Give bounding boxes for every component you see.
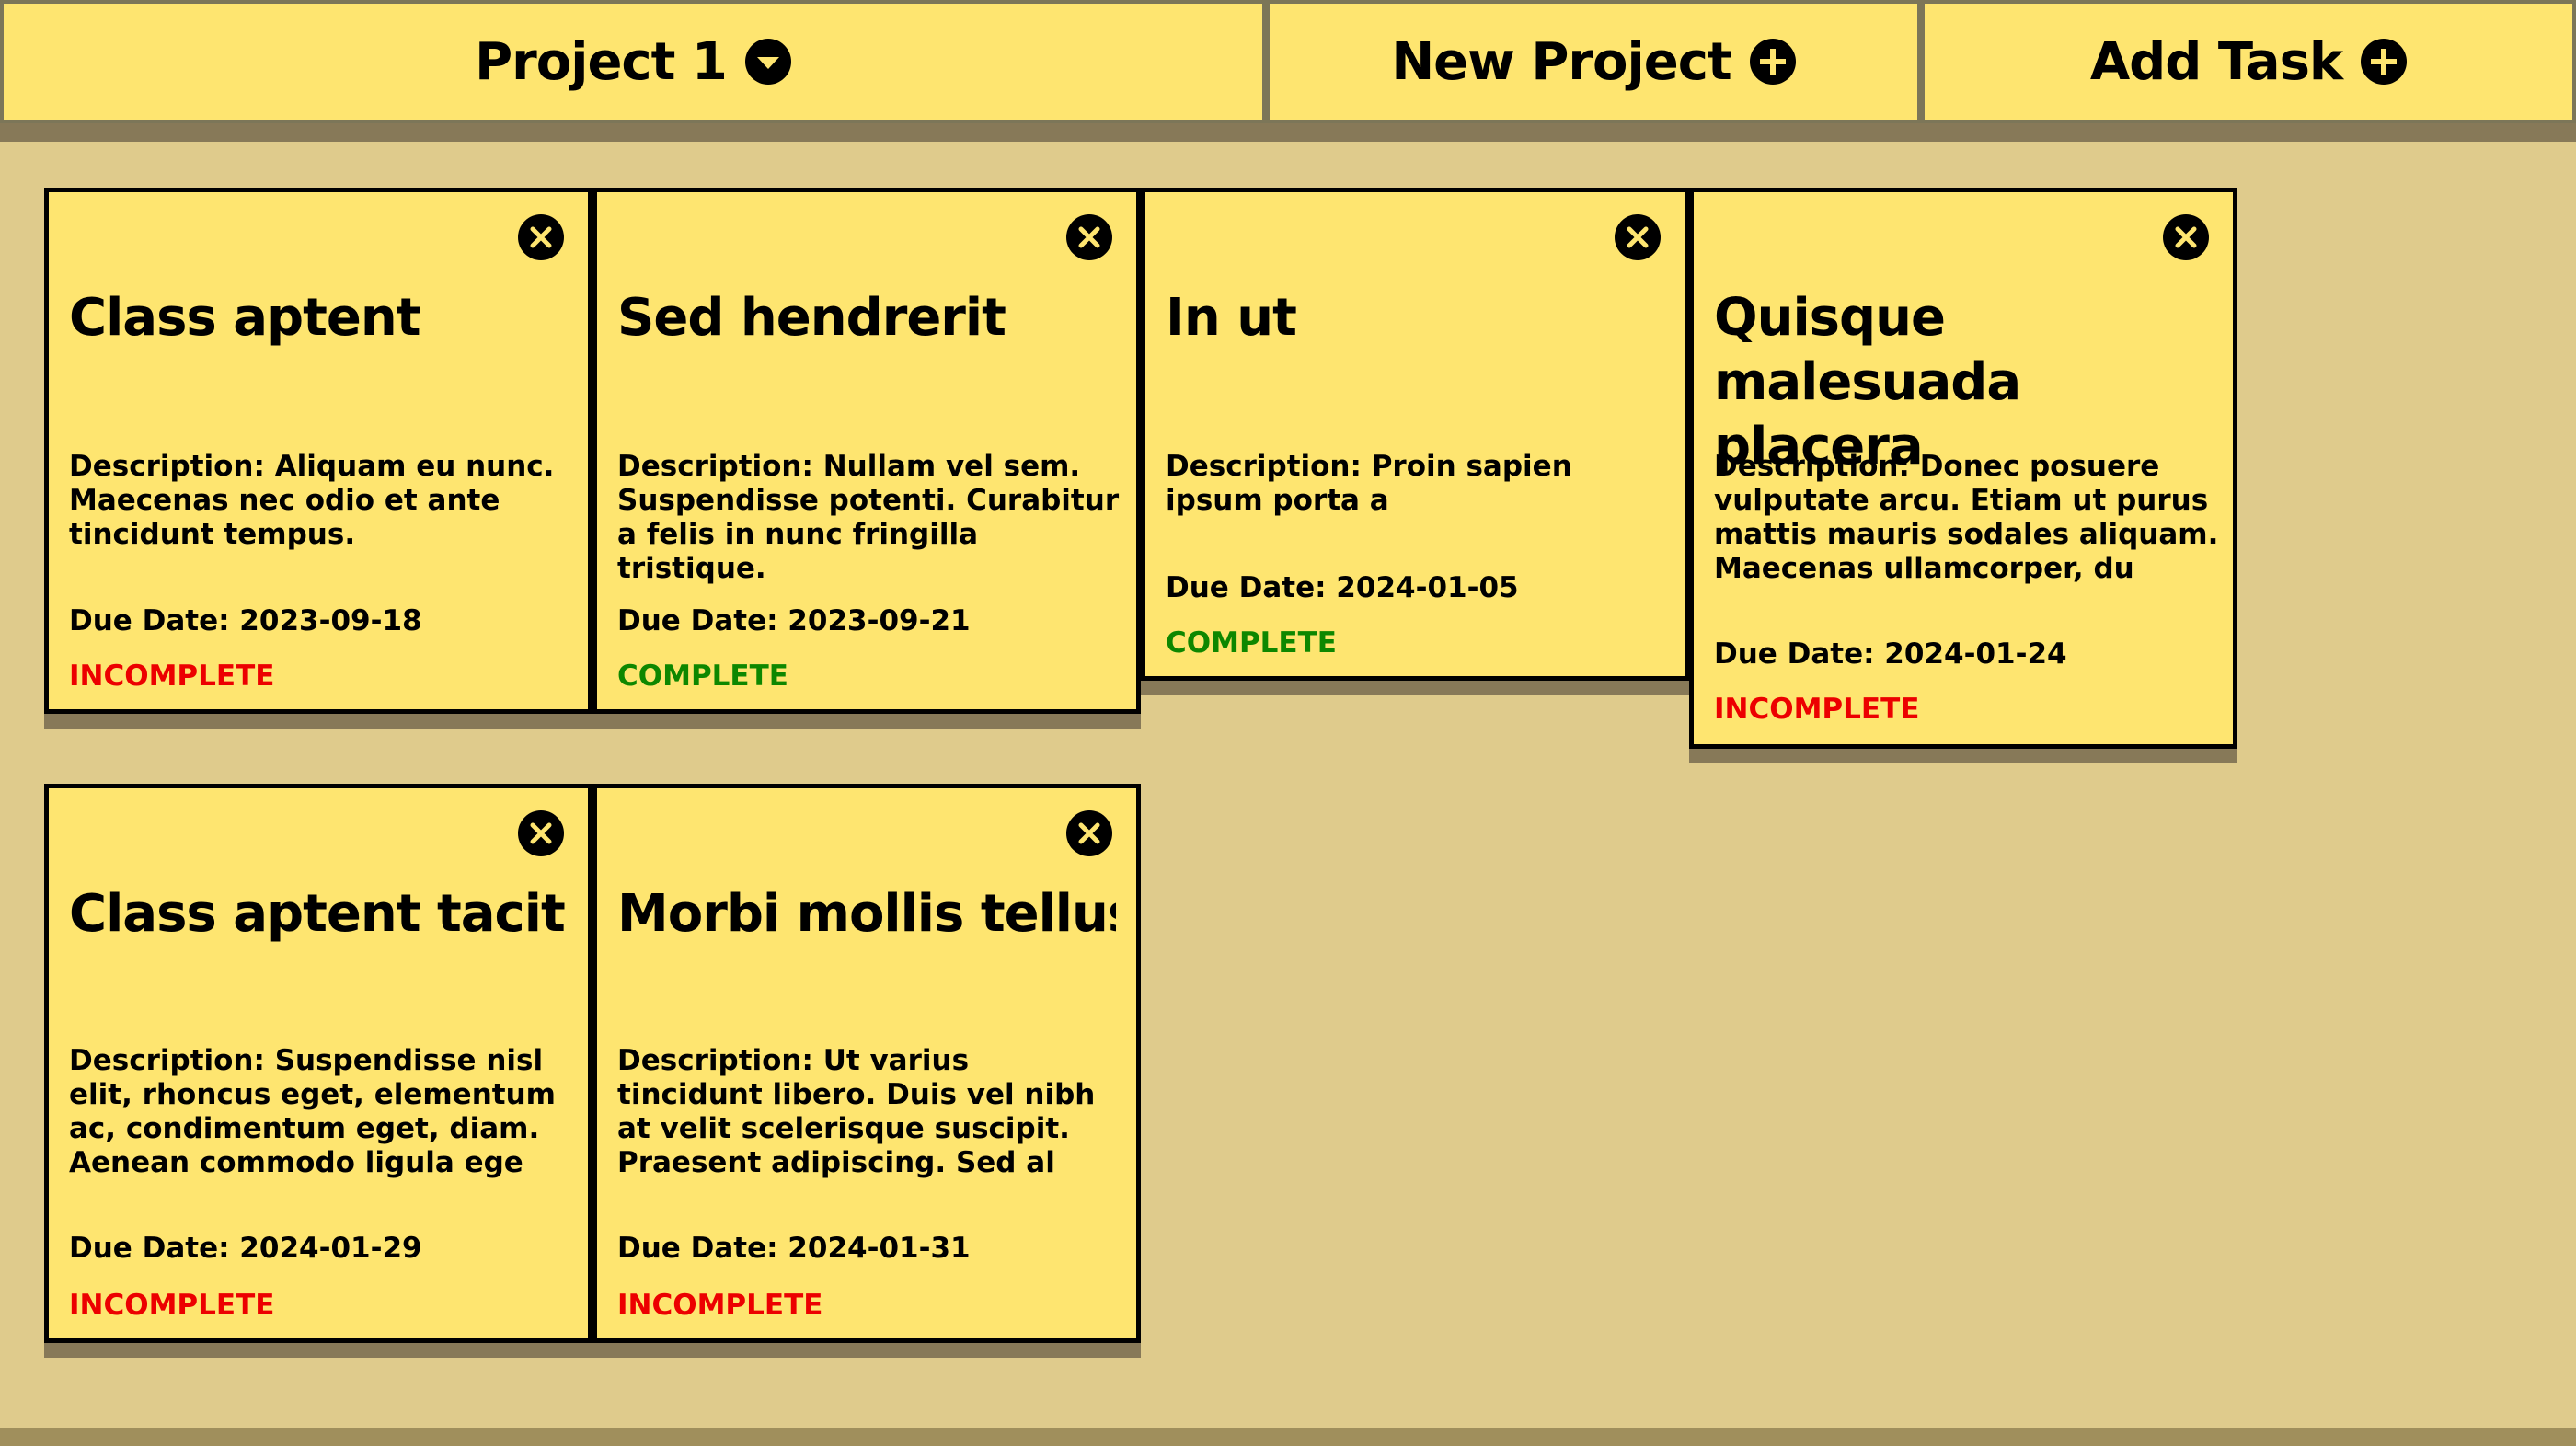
close-icon[interactable] (1066, 810, 1112, 856)
task-status[interactable]: INCOMPLETE (69, 1289, 274, 1322)
task-title: Morbi mollis tellus (617, 884, 1116, 944)
plus-circle-icon (2361, 39, 2408, 85)
task-description: Description: Suspendisse nisl elit, rhon… (69, 1044, 556, 1179)
task-card: Class aptent taciti Description: Suspend… (44, 784, 592, 1343)
task-title: Sed hendrerit (617, 288, 1006, 348)
close-icon[interactable] (1066, 214, 1112, 260)
task-status[interactable]: INCOMPLETE (69, 660, 274, 693)
new-project-label: New Project (1391, 31, 1731, 92)
task-card: Quisque malesuada placera Description: D… (1689, 188, 2237, 749)
task-due-date: Due Date: 2024-01-24 (1714, 637, 2067, 671)
task-card: Sed hendrerit Description: Nullam vel se… (592, 188, 1141, 714)
task-due-date: Due Date: 2023-09-21 (617, 604, 971, 637)
add-task-label: Add Task (2089, 31, 2343, 92)
project-selector-button[interactable]: Project 1 (0, 0, 1266, 123)
bottom-border (0, 1428, 2576, 1446)
close-icon[interactable] (1615, 214, 1661, 260)
task-title: In ut (1166, 288, 1297, 348)
task-due-date: Due Date: 2024-01-31 (617, 1232, 971, 1265)
project-selector-label: Project 1 (475, 31, 728, 92)
top-toolbar: Project 1 New Project Add Task (0, 0, 2576, 142)
task-description: Description: Proin sapien ipsum porta a (1166, 450, 1572, 517)
task-due-date: Due Date: 2023-09-18 (69, 604, 422, 637)
task-description: Description: Nullam vel sem. Suspendisse… (617, 450, 1120, 585)
close-icon[interactable] (2163, 214, 2209, 260)
task-card: In ut Description: Proin sapien ipsum po… (1141, 188, 1689, 681)
task-due-date: Due Date: 2024-01-05 (1166, 571, 1519, 604)
task-status[interactable]: INCOMPLETE (617, 1289, 822, 1322)
task-title: Class aptent (69, 288, 421, 348)
add-task-button[interactable]: Add Task (1921, 0, 2576, 123)
new-project-button[interactable]: New Project (1266, 0, 1921, 123)
chevron-down-circle-icon (744, 39, 791, 85)
task-description: Description: Donec posuere vulputate arc… (1714, 450, 2219, 585)
task-due-date: Due Date: 2024-01-29 (69, 1232, 422, 1265)
task-status[interactable]: COMPLETE (1166, 626, 1337, 660)
close-icon[interactable] (518, 810, 564, 856)
task-card: Morbi mollis tellus Description: Ut vari… (592, 784, 1141, 1343)
close-icon[interactable] (518, 214, 564, 260)
plus-circle-icon (1749, 39, 1796, 85)
task-card: Class aptent Description: Aliquam eu nun… (44, 188, 592, 714)
task-status[interactable]: COMPLETE (617, 660, 788, 693)
task-title: Class aptent taciti (69, 884, 568, 944)
task-description: Description: Aliquam eu nunc. Maecenas n… (69, 450, 555, 551)
task-status[interactable]: INCOMPLETE (1714, 693, 1919, 726)
task-description: Description: Ut varius tincidunt libero.… (617, 1044, 1096, 1179)
